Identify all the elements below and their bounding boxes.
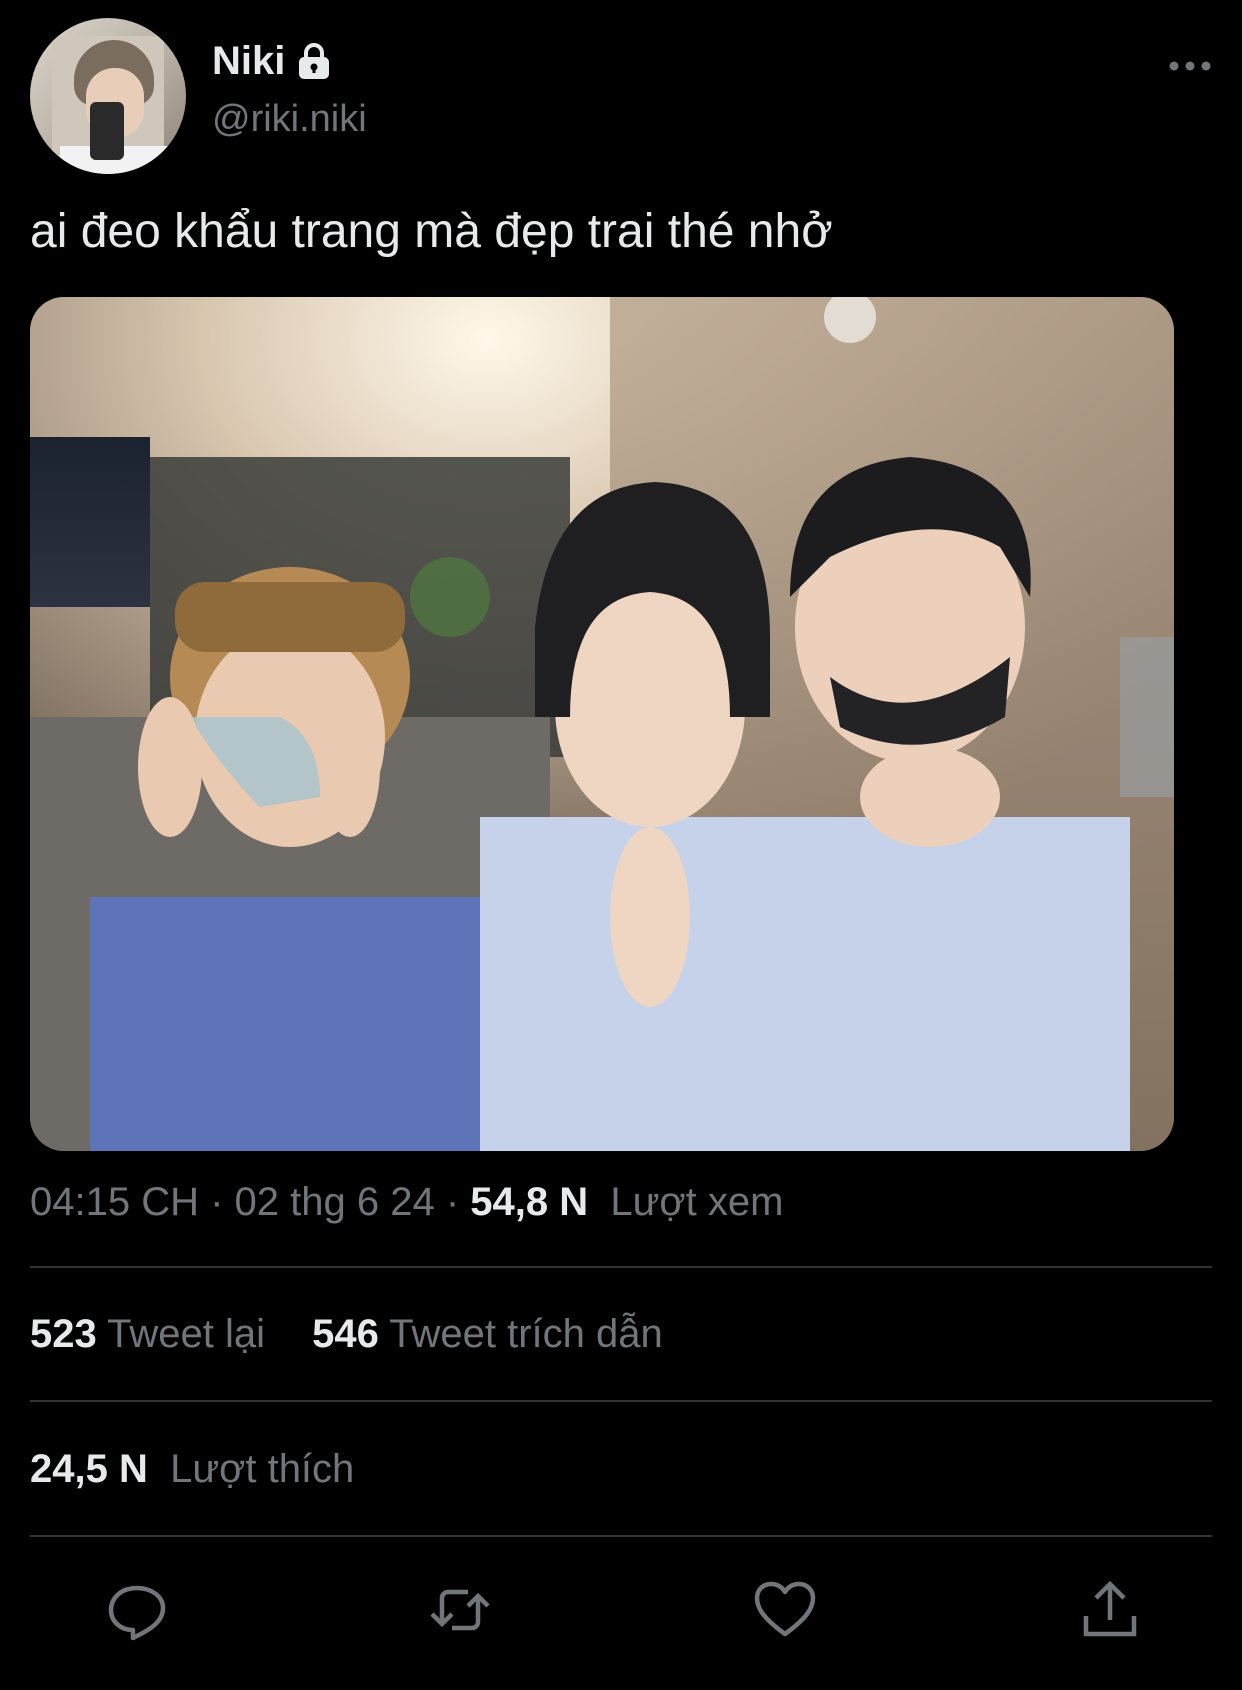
more-options-icon[interactable] xyxy=(1168,58,1212,74)
tweet-date[interactable]: 02 thg 6 24 xyxy=(235,1180,435,1224)
retweets-label: Tweet lại xyxy=(107,1312,265,1356)
tweet-header: Niki @riki.niki xyxy=(30,18,1212,174)
retweets-count: 523 xyxy=(30,1312,97,1356)
retweets-stat[interactable]: 523 Tweet lại xyxy=(30,1312,265,1357)
author-name-row[interactable]: Niki xyxy=(212,36,335,86)
likes-label: Lượt thích xyxy=(170,1447,355,1491)
likes-stats: 24,5 N Lượt thích xyxy=(30,1447,390,1492)
divider xyxy=(30,1400,1212,1402)
action-bar xyxy=(30,1570,1212,1650)
heart-icon[interactable] xyxy=(753,1578,817,1642)
divider xyxy=(30,1266,1212,1268)
engagement-stats: 523 Tweet lại 546 Tweet trích dẫn xyxy=(30,1312,699,1357)
views-count: 54,8 N xyxy=(470,1180,589,1224)
likes-stat[interactable]: 24,5 N Lượt thích xyxy=(30,1447,354,1492)
meta-separator: · xyxy=(434,1180,471,1224)
lock-icon xyxy=(293,40,335,82)
tweet-text: ai đeo khẩu trang mà đẹp trai thé nhở xyxy=(30,205,833,258)
share-icon[interactable] xyxy=(1078,1578,1142,1642)
tweet-meta: 04:15 CH · 02 thg 6 24 · 54,8 N Lượt xem xyxy=(30,1180,783,1225)
reply-icon[interactable] xyxy=(105,1578,169,1642)
quotes-label: Tweet trích dẫn xyxy=(389,1312,663,1356)
tweet-photo[interactable] xyxy=(30,297,1174,1151)
divider xyxy=(30,1535,1212,1537)
tweet-time[interactable]: 04:15 CH xyxy=(30,1180,199,1224)
likes-count: 24,5 N xyxy=(30,1447,148,1491)
quotes-stat[interactable]: 546 Tweet trích dẫn xyxy=(312,1312,663,1357)
display-name[interactable]: Niki xyxy=(212,39,285,84)
avatar[interactable] xyxy=(30,18,186,174)
quotes-count: 546 xyxy=(312,1312,379,1356)
author-handle[interactable]: @riki.niki xyxy=(212,98,367,141)
views-label: Lượt xem xyxy=(610,1180,784,1224)
retweet-icon[interactable] xyxy=(428,1578,492,1642)
meta-separator: · xyxy=(198,1180,235,1224)
